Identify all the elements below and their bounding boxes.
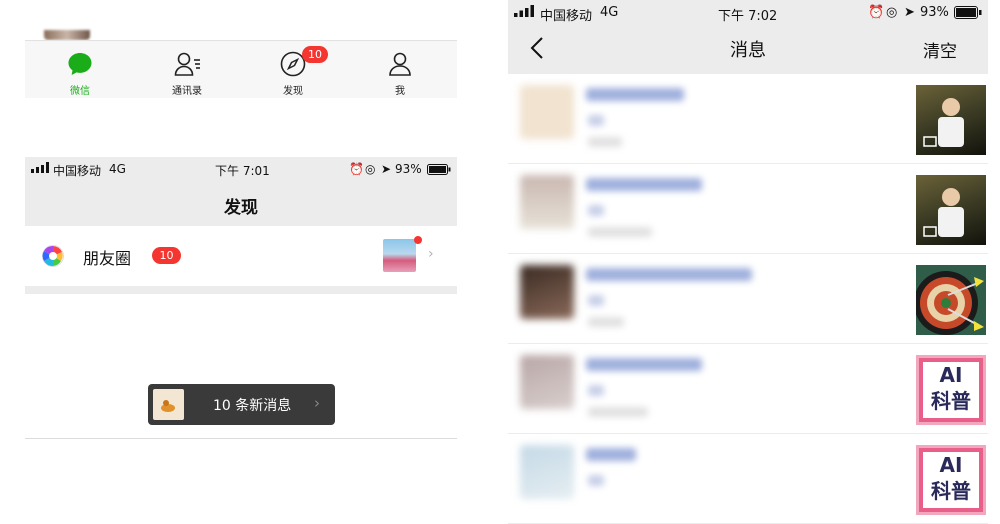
tab-chats[interactable]: 微信 — [40, 41, 120, 99]
network-label: 4G — [109, 162, 126, 176]
post-thumbnail — [916, 175, 986, 245]
lock-rotation-icon: ◎ — [365, 162, 376, 176]
status-bar: 中国移动 4G 下午 7:02 ⏰ ◎ ➤ 93% — [508, 0, 988, 24]
carrier-label: 中国移动 — [540, 9, 593, 24]
battery-percent: 93% — [395, 162, 422, 176]
network-label: 4G — [600, 5, 619, 20]
post-thumbnail: AI 科普 — [916, 355, 986, 425]
divider — [25, 438, 457, 439]
blurred-name — [586, 178, 702, 191]
toast-text: 10 条新消息 — [213, 398, 292, 414]
clock: 下午 7:02 — [718, 9, 778, 24]
discover-badge: 10 — [302, 46, 328, 63]
avatar — [520, 355, 574, 409]
alarm-icon: ⏰ — [349, 162, 364, 176]
moments-badge: 10 — [152, 247, 181, 264]
nav-bar: 发现 — [25, 182, 457, 226]
blurred-name — [586, 448, 636, 461]
blurred-time — [588, 317, 624, 327]
clear-button[interactable]: 清空 — [923, 37, 957, 62]
blurred-content — [588, 115, 604, 126]
new-dot — [414, 236, 422, 244]
poster-text: 科普 — [931, 479, 971, 503]
blurred-name — [586, 358, 702, 371]
avatar-peek — [44, 30, 90, 40]
avatar — [520, 265, 574, 319]
chevron-right-icon: › — [428, 246, 434, 262]
person-icon — [389, 52, 411, 76]
post-thumbnail — [916, 265, 986, 335]
status-bar: 中国移动 4G 下午 7:01 ⏰ ◎ ➤ 93% — [25, 157, 457, 182]
page-title: 发现 — [224, 198, 258, 218]
avatar — [520, 445, 574, 499]
moments-label: 朋友圈 — [83, 249, 132, 268]
list-item[interactable] — [508, 74, 988, 164]
tab-me[interactable]: 我 — [360, 41, 440, 99]
battery-icon — [427, 164, 451, 178]
list-item[interactable]: AI 科普 — [508, 434, 988, 524]
blurred-time — [588, 137, 622, 147]
chevron-right-icon: › — [314, 394, 320, 412]
poster-text: AI — [939, 363, 963, 387]
moments-row[interactable]: 朋友圈 10 › — [25, 226, 457, 286]
blurred-time — [588, 407, 648, 417]
blurred-name — [586, 88, 684, 101]
clock: 下午 7:01 — [215, 164, 270, 178]
tab-label: 微信 — [70, 86, 90, 97]
list-item[interactable] — [508, 164, 988, 254]
list-item[interactable]: AI 科普 — [508, 344, 988, 434]
signal-icon — [514, 5, 534, 21]
battery-icon — [954, 6, 982, 23]
blurred-time — [588, 227, 652, 237]
page-title: 消息 — [730, 40, 766, 61]
avatar — [520, 175, 574, 229]
location-icon: ➤ — [904, 5, 915, 20]
alarm-icon: ⏰ — [868, 5, 885, 20]
battery-percent: 93% — [920, 5, 949, 20]
toast-avatar — [153, 389, 184, 420]
location-icon: ➤ — [381, 162, 392, 176]
signal-icon — [31, 162, 49, 176]
blurred-content — [588, 385, 604, 396]
poster-text: 科普 — [931, 389, 971, 413]
post-thumbnail — [916, 85, 986, 155]
blurred-content — [588, 475, 604, 486]
tab-label: 我 — [395, 86, 405, 97]
avatar — [520, 85, 574, 139]
blurred-content — [588, 295, 604, 306]
tab-contacts[interactable]: 通讯录 — [147, 41, 227, 99]
tab-discover[interactable]: 10 发现 — [253, 41, 333, 99]
tab-bar: 微信 通讯录 10 发现 我 — [25, 40, 457, 98]
contacts-icon — [174, 52, 200, 76]
post-thumbnail: AI 科普 — [916, 445, 986, 515]
poster-text: AI — [939, 453, 963, 477]
lock-rotation-icon: ◎ — [886, 5, 898, 20]
carrier-label: 中国移动 — [53, 164, 102, 178]
tab-label: 通讯录 — [172, 86, 202, 97]
list-item[interactable] — [508, 254, 988, 344]
tab-label: 发现 — [283, 86, 303, 97]
section-divider — [25, 286, 457, 294]
blurred-name — [586, 268, 752, 281]
blurred-content — [588, 205, 604, 216]
moments-icon — [41, 244, 65, 272]
nav-bar: 消息 清空 — [508, 24, 988, 74]
new-messages-toast[interactable]: 10 条新消息 › — [148, 384, 335, 425]
moments-thumbnail — [383, 239, 416, 272]
chat-bubble-icon — [68, 53, 92, 75]
